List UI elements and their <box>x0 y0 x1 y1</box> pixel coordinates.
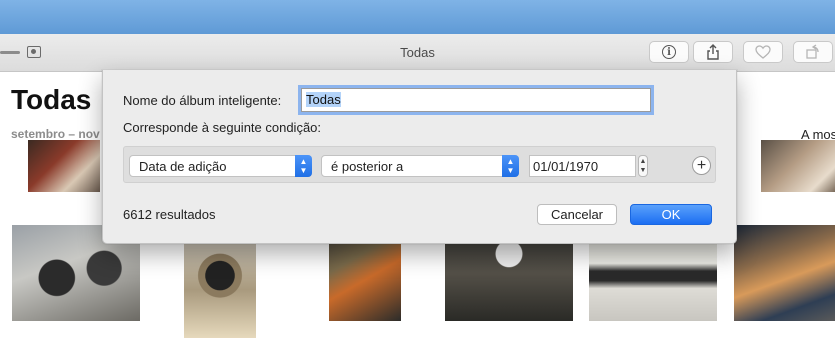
chevron-updown-icon: ▲ ▼ <box>295 155 312 177</box>
page-title: Todas <box>11 84 92 115</box>
date-value-field[interactable]: 01/01/1970 <box>529 155 636 177</box>
plus-icon: + <box>696 156 707 174</box>
field-popup[interactable]: Data de adição ▲ ▼ <box>129 155 312 177</box>
date-stepper[interactable]: ▲ ▼ <box>638 155 648 177</box>
result-count: 6612 resultados <box>123 207 216 222</box>
operator-popup[interactable]: é posterior a ▲ ▼ <box>321 155 519 177</box>
photo-thumbnail[interactable] <box>761 140 835 192</box>
share-button[interactable] <box>693 41 733 63</box>
rotate-icon <box>806 44 819 59</box>
ok-button[interactable]: OK <box>630 204 712 225</box>
share-icon <box>707 44 719 60</box>
date-range-label: setembro – nov <box>11 127 100 141</box>
info-button[interactable]: i <box>649 41 689 63</box>
heart-icon <box>755 45 771 59</box>
smart-album-dialog: Nome do álbum inteligente: Todas Corresp… <box>102 70 737 244</box>
chevron-updown-icon: ▲ ▼ <box>502 155 519 177</box>
photos-toolbar: Todas i <box>0 34 835 72</box>
photo-thumbnail[interactable] <box>28 140 100 192</box>
album-name-value: Todas <box>306 92 341 107</box>
add-condition-button[interactable]: + <box>692 156 711 175</box>
condition-label: Corresponde à seguinte condição: <box>123 120 322 135</box>
info-icon: i <box>662 45 676 59</box>
rotate-button[interactable] <box>793 41 833 63</box>
operator-popup-value: é posterior a <box>331 159 404 174</box>
desktop-background <box>0 0 835 34</box>
condition-row: Data de adição ▲ ▼ é posterior a ▲ ▼ 01/01… <box>123 146 716 183</box>
photo-thumbnail[interactable] <box>184 242 256 338</box>
album-name-label: Nome do álbum inteligente: <box>123 93 282 108</box>
field-popup-value: Data de adição <box>139 159 227 174</box>
album-name-field[interactable]: Todas <box>301 88 651 112</box>
favorite-button[interactable] <box>743 41 783 63</box>
photo-thumbnail[interactable] <box>734 225 835 321</box>
cancel-button[interactable]: Cancelar <box>537 204 617 225</box>
